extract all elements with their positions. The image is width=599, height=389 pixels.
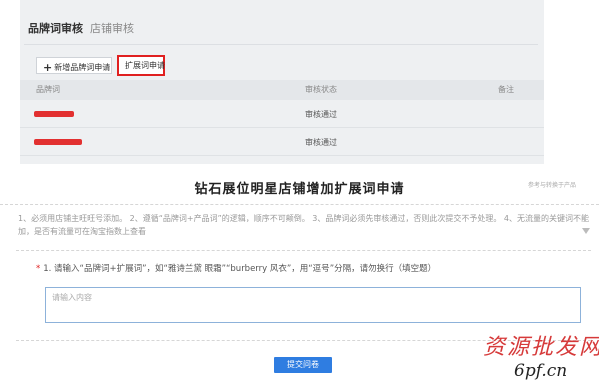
tab-brand-review[interactable]: 品牌词审核	[28, 20, 83, 36]
side-note: 参考与转换于产品	[528, 182, 577, 189]
plus-icon: +	[43, 61, 53, 74]
submit-button[interactable]: 提交问卷	[274, 357, 332, 373]
table-header: 品牌词 审核状态 备注	[20, 80, 544, 100]
question-label: * 1. 请输入“品牌词+扩展词”，如“雅诗兰黛 眼霜”“burberry 风衣”…	[36, 262, 436, 274]
status-cell: 审核通过	[305, 110, 337, 119]
brand-review-panel: 品牌词审核 店铺审核 + 新增品牌词申请 扩展词申请 品牌词 审核状态 备注 审核…	[20, 0, 544, 164]
form-description: 1、必须用店铺主旺旺号添加。 2、遵循“品牌词+产品词”的逻辑，顺序不可颠倒。 …	[18, 214, 589, 236]
expand-word-label: 扩展词申请	[125, 61, 165, 70]
divider	[0, 204, 599, 205]
status-cell: 审核通过	[305, 138, 337, 147]
table-row: 审核通过	[20, 130, 544, 156]
divider	[16, 250, 591, 251]
redacted-brand-word	[34, 139, 82, 145]
table-row: 审核通过	[20, 102, 544, 128]
header-brand-word: 品牌词	[36, 85, 60, 94]
answer-placeholder: 请输入内容	[52, 293, 92, 302]
tab-divider	[24, 44, 538, 45]
watermark-url: 6pf.cn	[514, 361, 568, 381]
required-mark: *	[36, 264, 41, 274]
chevron-down-icon[interactable]	[582, 228, 590, 234]
header-note: 备注	[498, 85, 514, 94]
answer-input[interactable]: 请输入内容	[45, 287, 581, 323]
form-title: 钻石展位明星店铺增加扩展词申请	[194, 182, 405, 197]
add-brand-word-button[interactable]: + 新增品牌词申请	[36, 57, 112, 74]
watermark-text: 资源批发网	[483, 335, 599, 360]
tab-store-review[interactable]: 店铺审核	[90, 20, 134, 36]
redacted-brand-word	[34, 111, 74, 117]
header-review-status: 审核状态	[305, 85, 337, 94]
question-text: 1. 请输入“品牌词+扩展词”，如“雅诗兰黛 眼霜”“burberry 风衣”，…	[43, 264, 437, 274]
expand-word-button[interactable]: 扩展词申请	[117, 55, 165, 76]
add-brand-word-label: 新增品牌词申请	[54, 63, 111, 72]
